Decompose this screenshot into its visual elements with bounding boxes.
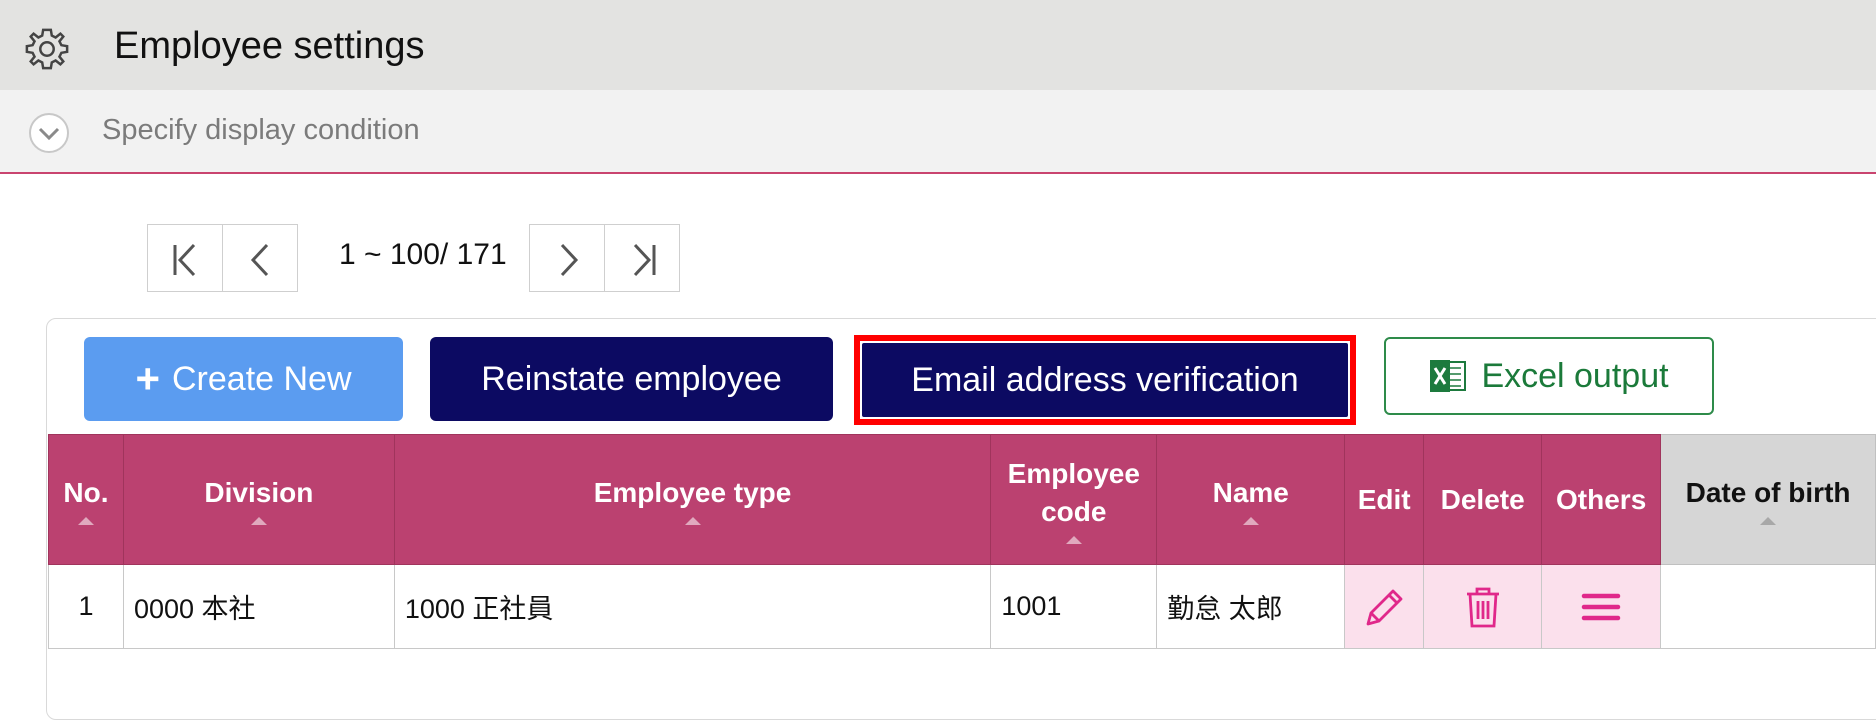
sort-icon <box>77 517 94 526</box>
cell-date-of-birth <box>1660 564 1876 649</box>
column-header-name[interactable]: Name <box>1156 434 1346 565</box>
display-condition-label: Specify display condition <box>102 114 420 146</box>
sort-icon <box>1242 517 1259 526</box>
pencil-icon[interactable] <box>1362 584 1406 630</box>
employee-table: No. Division Employee type Employee code… <box>48 434 1876 649</box>
cell-no: 1 <box>48 564 124 649</box>
trash-icon[interactable] <box>1461 584 1505 630</box>
column-header-delete: Delete <box>1423 434 1543 565</box>
title-bar: Employee settings <box>0 0 1876 90</box>
excel-output-button[interactable]: Excel output <box>1384 337 1714 415</box>
chevron-right-icon <box>560 243 579 277</box>
page-range: 1 ~ 100/ 171 <box>339 238 507 271</box>
prev-page-button[interactable] <box>222 224 298 292</box>
sort-icon <box>1065 536 1082 545</box>
cell-delete <box>1423 564 1543 649</box>
cell-others <box>1541 564 1662 649</box>
cell-name: 勤怠 太郎 <box>1156 564 1346 649</box>
sort-icon <box>1760 517 1777 526</box>
cell-employee-code: 1001 <box>990 564 1158 649</box>
last-page-icon <box>633 243 656 277</box>
sort-icon <box>250 517 267 526</box>
excel-icon <box>1430 360 1467 392</box>
excel-output-label: Excel output <box>1481 356 1669 395</box>
chevron-left-icon <box>250 243 269 277</box>
email-verification-label: Email address verification <box>911 360 1299 399</box>
cell-employee-type: 1000 正社員 <box>393 564 992 649</box>
chevron-down-icon[interactable] <box>28 112 70 154</box>
cell-edit <box>1344 564 1425 649</box>
cell-division: 0000 本社 <box>122 564 395 649</box>
plus-icon: + <box>135 355 160 402</box>
first-page-icon <box>173 243 196 277</box>
column-header-no[interactable]: No. <box>48 434 124 565</box>
column-header-division[interactable]: Division <box>122 434 395 565</box>
page-title: Employee settings <box>114 25 425 67</box>
first-page-button[interactable] <box>147 224 223 292</box>
create-new-button[interactable]: + Create New <box>84 337 403 421</box>
column-header-edit: Edit <box>1344 434 1425 565</box>
gear-icon[interactable] <box>24 26 70 72</box>
column-header-employee-type[interactable]: Employee type <box>393 434 992 565</box>
column-header-employee-code[interactable]: Employee code <box>990 434 1158 565</box>
column-header-others: Others <box>1541 434 1662 565</box>
table-row: 1 0000 本社 1000 正社員 1001 勤怠 太郎 <box>48 564 1876 649</box>
menu-icon[interactable] <box>1579 584 1623 630</box>
email-verification-button[interactable]: Email address verification <box>862 343 1348 417</box>
last-page-button[interactable] <box>604 224 680 292</box>
create-new-label: Create New <box>172 359 352 398</box>
reinstate-employee-label: Reinstate employee <box>481 359 782 398</box>
display-condition-bar[interactable]: Specify display condition <box>0 90 1876 174</box>
sort-icon <box>684 517 701 526</box>
column-header-date-of-birth[interactable]: Date of birth <box>1660 434 1876 565</box>
reinstate-employee-button[interactable]: Reinstate employee <box>430 337 833 421</box>
next-page-button[interactable] <box>529 224 605 292</box>
